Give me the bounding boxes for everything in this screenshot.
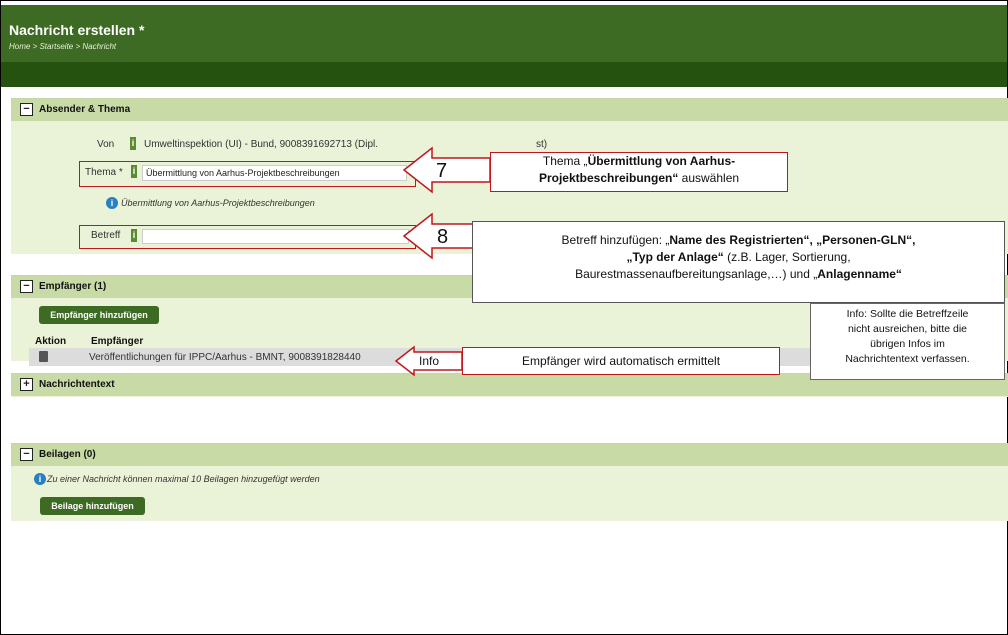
step-number-8: 8 bbox=[437, 226, 449, 248]
callout-thema: Thema „Übermittlung von Aarhus- Projektb… bbox=[490, 152, 788, 192]
callout-empfaenger: Empfänger wird automatisch ermittelt bbox=[462, 347, 780, 375]
callout-betreff: Betreff hinzufügen: „Name des Registrier… bbox=[472, 221, 1005, 303]
info-note: Info: Sollte die Betreffzeile nicht ausr… bbox=[810, 303, 1005, 380]
step-number-7: 7 bbox=[436, 160, 448, 182]
info-arrow-label: Info bbox=[419, 354, 440, 368]
